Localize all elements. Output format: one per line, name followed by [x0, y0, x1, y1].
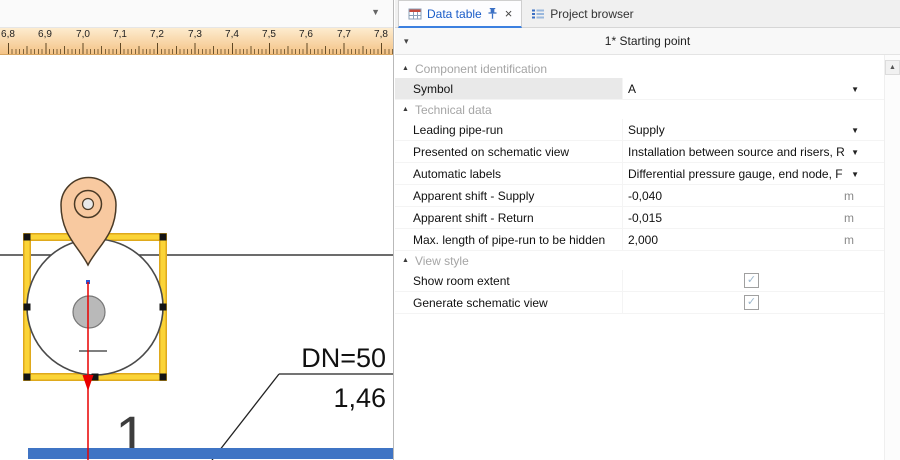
drawing-svg: DN=50 1,46 1	[0, 55, 393, 460]
collapse-icon[interactable]: ▲	[402, 106, 409, 113]
property-label: Automatic labels	[395, 163, 623, 184]
unit-label: m	[844, 211, 854, 225]
row-show-room-extent[interactable]: Show room extent ✓	[395, 270, 884, 292]
project-browser-icon	[531, 7, 545, 21]
check-icon: ✓	[747, 297, 756, 308]
unit-label: m	[844, 233, 854, 247]
ruler-label: 7,7	[337, 29, 351, 40]
wall-segment[interactable]	[28, 448, 393, 459]
canvas-toolbar-dropdown-icon[interactable]: ▼	[371, 7, 380, 17]
drawing-pane: ▼ 6,8 6,9 7,0 7,1 7,2 7,3 7,4 7,5 7,6 7,…	[0, 0, 394, 460]
section-title: Component identification	[415, 62, 547, 76]
close-icon[interactable]: ×	[505, 7, 513, 20]
check-icon: ✓	[747, 275, 756, 286]
properties-panel: Data table × Project brow	[395, 0, 900, 460]
tab-data-table[interactable]: Data table ×	[398, 0, 522, 28]
property-value[interactable]: A	[623, 78, 884, 99]
pin-icon[interactable]	[487, 7, 498, 20]
unit-label: m	[844, 189, 854, 203]
dimension-label[interactable]: DN=50	[301, 343, 386, 373]
row-max-length-hidden[interactable]: Max. length of pipe-run to be hidden 2,0…	[395, 229, 884, 251]
property-label: Symbol	[395, 78, 623, 99]
property-label: Max. length of pipe-run to be hidden	[395, 229, 623, 250]
ruler-label: 7,1	[113, 29, 127, 40]
ruler-label: 7,2	[150, 29, 164, 40]
ruler-label: 7,5	[262, 29, 276, 40]
property-label: Leading pipe-run	[395, 119, 623, 140]
section-technical-data[interactable]: ▲ Technical data	[395, 100, 884, 119]
dimension-value[interactable]: 1,46	[333, 383, 386, 413]
property-label: Presented on schematic view	[395, 141, 623, 162]
chevron-down-icon[interactable]: ▼	[851, 148, 859, 157]
scroll-up-button[interactable]: ▲	[885, 60, 900, 75]
header-dropdown-icon[interactable]: ▾	[404, 36, 409, 47]
app-window: ▼ 6,8 6,9 7,0 7,1 7,2 7,3 7,4 7,5 7,6 7,…	[0, 0, 900, 460]
checkbox[interactable]: ✓	[744, 273, 759, 288]
ruler-label: 6,8	[1, 29, 15, 40]
ruler-label: 6,9	[38, 29, 52, 40]
scroll-up-icon: ▲	[889, 64, 896, 71]
row-apparent-shift-supply[interactable]: Apparent shift - Supply -0,040 m	[395, 185, 884, 207]
ruler-label: 7,0	[76, 29, 90, 40]
property-label: Show room extent	[395, 270, 623, 291]
checkbox[interactable]: ✓	[744, 295, 759, 310]
row-symbol[interactable]: Symbol A ▼	[395, 78, 884, 100]
row-generate-schematic-view[interactable]: Generate schematic view ✓	[395, 292, 884, 314]
collapse-icon[interactable]: ▲	[402, 65, 409, 72]
drawing-canvas[interactable]: DN=50 1,46 1	[0, 55, 393, 460]
tab-label: Project browser	[550, 7, 633, 21]
property-label: Generate schematic view	[395, 292, 623, 313]
chevron-down-icon[interactable]: ▼	[851, 126, 859, 135]
panel-tab-bar: Data table × Project brow	[395, 0, 900, 28]
property-value[interactable]: Supply	[623, 119, 884, 140]
component-symbol[interactable]	[27, 239, 163, 375]
property-value[interactable]: Installation between source and risers, …	[623, 141, 884, 162]
row-leading-pipe-run[interactable]: Leading pipe-run Supply ▼	[395, 119, 884, 141]
collapse-icon[interactable]: ▲	[402, 257, 409, 264]
tab-label: Data table	[427, 7, 482, 21]
tab-project-browser[interactable]: Project browser	[522, 0, 642, 27]
data-table-icon	[408, 7, 422, 21]
chevron-down-icon[interactable]: ▼	[851, 85, 859, 94]
selection-title: 1* Starting point	[605, 34, 690, 48]
ruler-label: 7,6	[299, 29, 313, 40]
property-grid: ▲ Component identification Symbol A ▼ ▲ …	[395, 55, 884, 460]
section-title: View style	[415, 254, 469, 268]
section-title: Technical data	[415, 103, 492, 117]
ruler-label: 7,3	[188, 29, 202, 40]
section-component-identification[interactable]: ▲ Component identification	[395, 59, 884, 78]
row-presented-on-schematic-view[interactable]: Presented on schematic view Installation…	[395, 141, 884, 163]
canvas-toolbar: ▼	[0, 0, 393, 28]
row-apparent-shift-return[interactable]: Apparent shift - Return -0,015 m	[395, 207, 884, 229]
selection-header: ▾ 1* Starting point	[395, 28, 900, 55]
ruler-label: 7,4	[225, 29, 239, 40]
property-value[interactable]: Differential pressure gauge, end node, F	[623, 163, 884, 184]
flow-arrow-icon	[83, 375, 94, 391]
panel-scrollbar[interactable]: ▲	[884, 55, 900, 460]
section-view-style[interactable]: ▲ View style	[395, 251, 884, 270]
row-automatic-labels[interactable]: Automatic labels Differential pressure g…	[395, 163, 884, 185]
property-label: Apparent shift - Return	[395, 207, 623, 228]
horizontal-ruler: 6,8 6,9 7,0 7,1 7,2 7,3 7,4 7,5 7,6 7,7 …	[0, 28, 393, 55]
ruler-label: 7,8	[374, 29, 388, 40]
property-label: Apparent shift - Supply	[395, 185, 623, 206]
chevron-down-icon[interactable]: ▼	[851, 170, 859, 179]
